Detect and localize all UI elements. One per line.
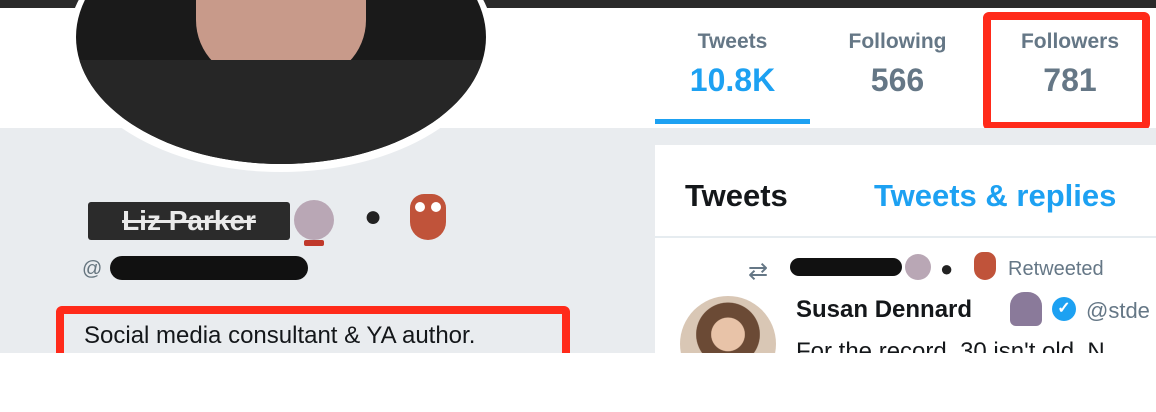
- timeline-gap: [655, 128, 1156, 145]
- retweet-icon: ⇄: [748, 258, 769, 285]
- tab-tweets[interactable]: Tweets: [685, 178, 788, 214]
- avatar-shirt: [76, 60, 486, 164]
- bottom-white-band: [0, 353, 1156, 412]
- nav-stat-following[interactable]: Following 566: [820, 30, 975, 99]
- nav-stat-tweets[interactable]: Tweets 10.8K: [655, 30, 810, 99]
- active-tab-underline: [655, 119, 810, 124]
- tweet-author-name[interactable]: Susan Dennard: [796, 296, 972, 324]
- ghost-icon: ●: [364, 200, 383, 233]
- stat-label: Following: [848, 30, 947, 53]
- tab-tweets-and-replies[interactable]: Tweets & replies: [874, 178, 1116, 214]
- avatar-photo: [76, 0, 486, 164]
- profile-handle-redacted: [110, 256, 308, 280]
- tabs-divider: [655, 236, 1156, 238]
- tweet-author-handle[interactable]: @stde: [1086, 298, 1150, 324]
- retweeted-label: Retweeted: [1008, 258, 1104, 280]
- stat-value: 566: [870, 62, 925, 98]
- retweeter-name-redacted: [790, 258, 902, 276]
- octopus-icon: [1010, 292, 1042, 326]
- crystal-ball-icon: [294, 200, 334, 246]
- stat-value: 10.8K: [689, 62, 776, 98]
- crystal-ball-icon: [905, 254, 931, 280]
- profile-name: Liz Parker: [122, 205, 256, 236]
- followers-highlight-box: [983, 12, 1150, 130]
- profile-bio: Social media consultant & YA author.: [84, 322, 476, 349]
- verified-badge-icon: ✓: [1052, 297, 1076, 321]
- profile-handle-prefix: @: [82, 258, 103, 280]
- stat-label: Tweets: [697, 30, 768, 53]
- owl-icon: [974, 252, 996, 280]
- owl-icon: [410, 194, 446, 240]
- profile-name-redacted[interactable]: Liz Parker: [88, 202, 290, 240]
- profile-avatar[interactable]: [68, 0, 494, 172]
- ghost-icon: ●: [940, 256, 954, 281]
